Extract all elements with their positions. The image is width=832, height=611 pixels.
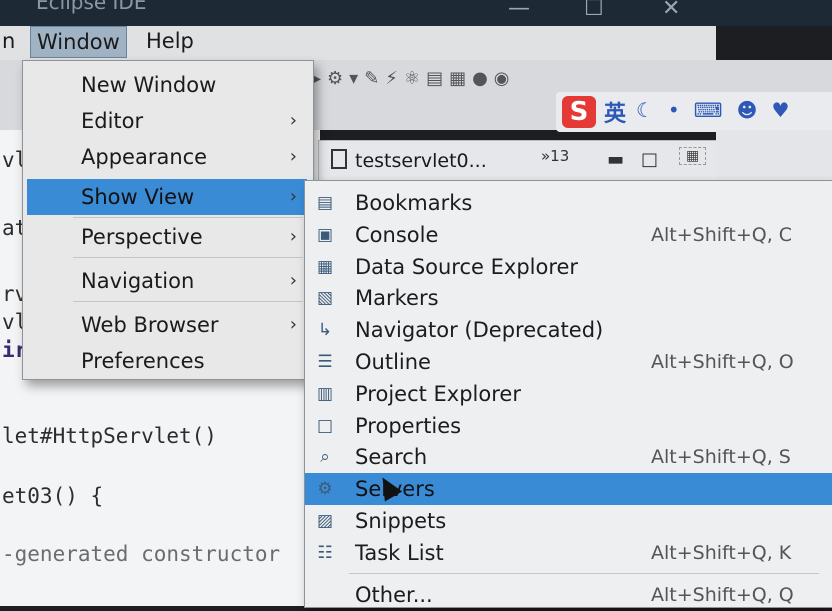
task-list-icon: ☷ <box>317 542 333 563</box>
code-line: let#HttpServlet() <box>2 424 217 448</box>
menu-item-label: Appearance <box>81 145 208 169</box>
view-item-snippets[interactable]: ▨ Snippets <box>305 505 832 537</box>
menu-item-label: Preferences <box>81 349 205 373</box>
console-icon: ▣ <box>316 224 334 245</box>
code-line: -generated constructor <box>2 542 281 566</box>
navigator-icon: ↳ <box>317 320 333 341</box>
menu-separator <box>73 217 303 218</box>
menu-item-label: Navigation <box>81 269 195 293</box>
view-item-markers[interactable]: ▧ Markers <box>305 282 832 314</box>
view-item-label: Project Explorer <box>355 381 521 406</box>
view-item-bookmarks[interactable]: ▤ Bookmarks <box>305 187 832 219</box>
outline-icon: ☰ <box>317 352 333 372</box>
view-item-task-list[interactable]: ☷ Task List Alt+Shift+Q, K <box>305 537 832 569</box>
chevron-right-icon: › <box>289 226 297 247</box>
code-line: et03() { <box>2 484 104 508</box>
chevron-right-icon: › <box>289 146 297 167</box>
view-item-properties[interactable]: □ Properties <box>305 410 832 442</box>
close-icon[interactable]: ✕ <box>662 0 680 21</box>
chevron-right-icon: › <box>289 110 297 131</box>
menu-bar: n Window Help <box>0 26 716 60</box>
menu-help[interactable]: Help <box>140 26 200 56</box>
menu-item-appearance[interactable]: Appearance › <box>27 139 307 175</box>
more-tabs-indicator[interactable]: »13 <box>541 147 569 165</box>
maximize-icon[interactable]: ☐ <box>584 0 604 21</box>
title-bar: Eclipse IDE — ☐ ✕ <box>0 0 832 26</box>
data-source-icon: ▦ <box>316 256 334 277</box>
menu-run[interactable]: n <box>0 26 21 56</box>
menu-item-perspective[interactable]: Perspective › <box>27 219 307 255</box>
view-item-label: Search <box>355 445 428 470</box>
view-item-label: Task List <box>355 540 444 565</box>
servers-icon: ⚙ <box>317 479 333 500</box>
view-item-other[interactable]: Other... Alt+Shift+Q, Q <box>305 579 832 611</box>
show-view-submenu: ▤ Bookmarks ▣ Console Alt+Shift+Q, C ▦ Data So… <box>304 180 832 608</box>
ime-tool-icons[interactable]: ☾•⌨☻♥ <box>636 98 803 122</box>
project-explorer-icon: ▥ <box>316 383 334 404</box>
view-item-label: Outline <box>355 350 431 374</box>
view-item-label: Other... <box>355 583 433 607</box>
properties-icon: □ <box>316 415 334 436</box>
ime-toolbar: S 英 ☾•⌨☻♥ <box>556 92 832 132</box>
window-title: Eclipse IDE <box>36 0 147 14</box>
menu-item-label: Web Browser <box>81 313 219 337</box>
chevron-right-icon: › <box>289 270 297 291</box>
menu-item-show-view[interactable]: Show View › <box>27 179 307 215</box>
maximize-view-icon[interactable]: □ <box>641 149 658 170</box>
chevron-right-icon: › <box>289 186 297 207</box>
menu-item-new-window[interactable]: New Window <box>27 67 307 103</box>
toolbar-icons[interactable]: ▸⚙▾✎⚡⚛▤▦●◉ <box>312 68 516 89</box>
view-item-navigator-deprecated[interactable]: ↳ Navigator (Deprecated) <box>305 314 832 346</box>
view-item-label: Markers <box>355 286 439 311</box>
view-item-label: Data Source Explorer <box>355 254 579 279</box>
menu-item-web-browser[interactable]: Web Browser › <box>27 307 307 343</box>
view-item-label: Console <box>355 222 439 247</box>
ime-mode[interactable]: 英 <box>604 96 626 128</box>
view-item-label: Properties <box>355 413 462 438</box>
shortcut-label: Alt+Shift+Q, S <box>651 446 791 469</box>
minimize-icon[interactable]: — <box>508 0 530 21</box>
bookmarks-icon: ▤ <box>316 193 334 213</box>
view-menu-icon[interactable]: ▦ <box>679 147 707 165</box>
ime-logo-icon[interactable]: S <box>562 96 596 128</box>
view-tab[interactable]: testservlet0... <box>331 149 487 172</box>
menu-item-editor[interactable]: Editor › <box>27 103 307 139</box>
shortcut-label: Alt+Shift+Q, Q <box>651 584 794 606</box>
menu-separator <box>73 301 303 302</box>
menu-item-label: Show View <box>81 185 195 209</box>
markers-icon: ▧ <box>316 288 334 309</box>
view-item-label: Snippets <box>355 509 447 533</box>
view-item-label: Bookmarks <box>355 191 473 215</box>
menu-separator <box>73 257 303 258</box>
shortcut-label: Alt+Shift+Q, C <box>651 223 793 246</box>
menu-item-label: New Window <box>81 73 217 97</box>
menu-item-navigation[interactable]: Navigation › <box>27 263 307 299</box>
minimize-view-icon[interactable]: ▬ <box>607 149 624 170</box>
view-item-search[interactable]: ⌕ Search Alt+Shift+Q, S <box>305 441 832 473</box>
chevron-right-icon: › <box>289 314 297 335</box>
view-item-label: Navigator (Deprecated) <box>355 318 604 343</box>
view-item-outline[interactable]: ☰ Outline Alt+Shift+Q, O <box>305 346 832 378</box>
file-icon <box>331 149 347 169</box>
view-tab-bar: testservlet0... »13 ▬ □ ▦ <box>318 140 718 184</box>
menu-item-label: Perspective <box>81 225 203 249</box>
snippets-icon: ▨ <box>316 511 334 531</box>
shortcut-label: Alt+Shift+Q, K <box>651 541 792 564</box>
menu-item-label: Editor <box>81 109 144 133</box>
menu-separator <box>349 573 819 574</box>
view-item-data-source-explorer[interactable]: ▦ Data Source Explorer <box>305 251 832 283</box>
shortcut-label: Alt+Shift+Q, O <box>651 351 794 373</box>
search-icon: ⌕ <box>320 447 330 468</box>
view-item-project-explorer[interactable]: ▥ Project Explorer <box>305 378 832 410</box>
right-pane <box>716 130 832 184</box>
view-item-console[interactable]: ▣ Console Alt+Shift+Q, C <box>305 219 832 251</box>
menu-window[interactable]: Window <box>30 26 127 58</box>
menu-item-preferences[interactable]: Preferences <box>27 343 307 379</box>
window-menu-dropdown: New Window Editor › Appearance › Show View › Pe… <box>22 60 314 380</box>
view-tab-label: testservlet0... <box>355 150 487 172</box>
